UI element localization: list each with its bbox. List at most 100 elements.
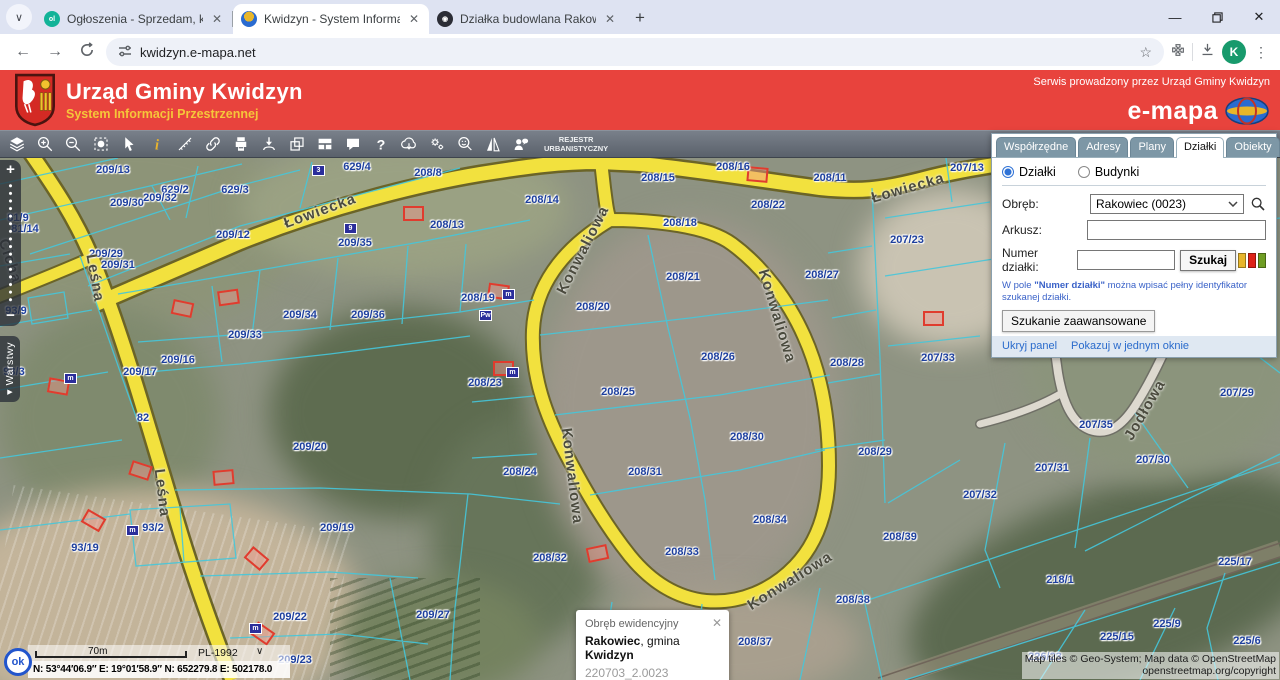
legend-red-swatch — [1248, 252, 1257, 268]
comment-icon[interactable] — [344, 135, 362, 153]
tab-wspolrzedne[interactable]: Współrzędne — [996, 137, 1077, 157]
maximize-button[interactable] — [1196, 0, 1238, 34]
layers-panel-tab[interactable]: Warstwy ▶ — [0, 336, 20, 402]
panel-tabs: Współrzędne Adresy Plany Działki Obiekty… — [992, 134, 1280, 158]
tab-emapa[interactable]: Kwidzyn - System Informacji Prz ✕ — [233, 4, 429, 34]
tab-adresy[interactable]: Adresy — [1078, 137, 1129, 157]
chevron-down-icon — [1228, 201, 1238, 207]
popup-kind: Obręb ewidencyjny — [585, 618, 679, 630]
copy-view-icon[interactable] — [288, 135, 306, 153]
search-panel: Współrzędne Adresy Plany Działki Obiekty… — [991, 133, 1280, 358]
legend-green-swatch — [1258, 252, 1266, 268]
radio-dzialki-label[interactable]: Działki — [1019, 165, 1056, 179]
select-area-icon[interactable] — [92, 135, 110, 153]
settings-icon[interactable] — [428, 135, 446, 153]
svg-text:?: ? — [377, 137, 386, 153]
hide-panel-link[interactable]: Ukryj panel — [1002, 340, 1057, 352]
tab-obiekty[interactable]: Obiekty — [1226, 137, 1280, 157]
crs-selector[interactable]: PL-1992 — [198, 647, 238, 659]
ok-badge[interactable]: ok — [4, 648, 32, 676]
street-marker-icon[interactable] — [260, 135, 278, 153]
popup-name: Rakowiec, gmina Kwidzyn — [585, 634, 680, 662]
radio-budynki-label[interactable]: Budynki — [1095, 165, 1139, 179]
zoom-in-icon[interactable] — [36, 135, 54, 153]
legend-yellow-swatch — [1238, 252, 1247, 268]
close-icon[interactable]: ✕ — [407, 12, 421, 26]
measure-icon[interactable] — [176, 135, 194, 153]
layout-icon[interactable] — [316, 135, 334, 153]
single-window-link[interactable]: Pokazuj w jednym oknie — [1071, 340, 1189, 352]
tab-dzialki[interactable]: Działki — [1175, 137, 1225, 158]
kwidzyn-crest-logo — [15, 73, 55, 127]
pointer-icon[interactable] — [120, 135, 138, 153]
print-icon[interactable] — [232, 135, 250, 153]
tab-olx[interactable]: ol Ogłoszenia - Sprzedam, kupię n ✕ — [36, 4, 232, 34]
popup-code: 220703_2.0023 — [585, 666, 669, 680]
minimize-button[interactable]: — — [1154, 0, 1196, 34]
feedback-icon[interactable] — [512, 135, 530, 153]
zoom-out-icon[interactable] — [64, 135, 82, 153]
tab-title: Kwidzyn - System Informacji Prz — [264, 12, 400, 26]
obreb-label: Obręb: — [1002, 197, 1039, 211]
expand-arrow-icon: ▶ — [7, 389, 13, 397]
olx-icon: ol — [44, 11, 60, 27]
close-icon[interactable]: ✕ — [712, 616, 722, 630]
tab-title: Ogłoszenia - Sprzedam, kupię n — [67, 12, 203, 26]
tab-listing[interactable]: ◉ Działka budowlana Rakowiec ✕ — [429, 4, 625, 34]
szukaj-button[interactable]: Szukaj — [1180, 249, 1237, 271]
rejestr-urbanistyczny-button[interactable]: REJESTR URBANISTYCZNY — [544, 135, 608, 153]
close-icon[interactable]: ✕ — [210, 12, 224, 26]
search-hint: W pole "Numer działki" można wpisać pełn… — [1002, 280, 1248, 303]
arkusz-input[interactable] — [1087, 220, 1266, 240]
radio-dzialki[interactable] — [1002, 166, 1014, 178]
site-info-icon[interactable] — [118, 44, 132, 61]
chevron-down-icon[interactable]: ∨ — [256, 646, 263, 657]
url-text: kwidzyn.e-mapa.net — [140, 44, 256, 60]
cloud-download-icon[interactable] — [400, 135, 418, 153]
extensions-icon[interactable] — [1170, 42, 1186, 63]
tab-search-button[interactable]: ∨ — [6, 4, 32, 30]
emapa-globe-icon — [1225, 97, 1269, 125]
close-window-button[interactable]: ✕ — [1238, 0, 1280, 34]
screen: ∨ ol Ogłoszenia - Sprzedam, kupię n ✕ Kw… — [0, 0, 1280, 680]
svg-text:i: i — [155, 137, 159, 153]
address-bar[interactable]: kwidzyn.e-mapa.net ☆ — [106, 38, 1164, 66]
search-profile-icon[interactable] — [456, 135, 474, 153]
forward-button[interactable]: → — [42, 43, 68, 61]
search-icon[interactable] — [1250, 196, 1266, 212]
back-button[interactable]: ← — [10, 43, 36, 61]
zoom-in-button[interactable]: + — [6, 160, 15, 180]
radio-budynki[interactable] — [1077, 166, 1090, 178]
layers-tab-label: Warstwy — [4, 341, 16, 386]
attribution-link[interactable]: openstreetmap.org/copyright — [1025, 665, 1276, 678]
listing-icon: ◉ — [437, 11, 453, 27]
info-icon[interactable]: i — [148, 135, 166, 153]
download-icon[interactable] — [1199, 41, 1216, 63]
obreb-select[interactable]: Rakowiec (0023) — [1090, 194, 1244, 214]
advanced-search-button[interactable]: Szukanie zaawansowane — [1002, 309, 1156, 332]
coordinates-readout: N: 53°44′06.9″ E: 19°01′58.9″ N: 652279.… — [28, 661, 290, 678]
zoom-slider[interactable] — [0, 182, 21, 304]
new-tab-button[interactable]: + — [635, 8, 645, 28]
zoom-out-button[interactable]: − — [6, 306, 15, 326]
zoom-control[interactable]: + − — [0, 160, 21, 326]
layers-icon[interactable] — [8, 135, 26, 153]
object-popup: Obręb ewidencyjny ✕ Rakowiec, gmina Kwid… — [576, 610, 729, 680]
close-icon[interactable]: ✕ — [603, 12, 617, 26]
reload-button[interactable] — [74, 41, 100, 63]
scale-bar: 70m PL-1992 ∨ — [28, 645, 290, 661]
tab-title: Działka budowlana Rakowiec — [460, 12, 596, 26]
compare-icon[interactable] — [484, 135, 502, 153]
bookmark-star-icon[interactable]: ☆ — [1139, 44, 1152, 61]
help-icon[interactable]: ? — [372, 135, 390, 153]
profile-avatar[interactable]: K — [1222, 40, 1246, 64]
roads-yellow — [0, 158, 1002, 680]
tab-plany[interactable]: Plany — [1130, 137, 1174, 157]
site-title: Urząd Gminy Kwidzyn — [66, 79, 303, 104]
link-icon[interactable] — [204, 135, 222, 153]
emapa-icon — [241, 11, 257, 27]
numer-dzialki-input[interactable] — [1077, 250, 1176, 270]
scale-value: 70m — [88, 646, 108, 657]
browser-menu-icon[interactable]: ⋮ — [1252, 44, 1270, 61]
panel-footer: Ukryj panel Pokazuj w jednym oknie — [992, 335, 1276, 357]
